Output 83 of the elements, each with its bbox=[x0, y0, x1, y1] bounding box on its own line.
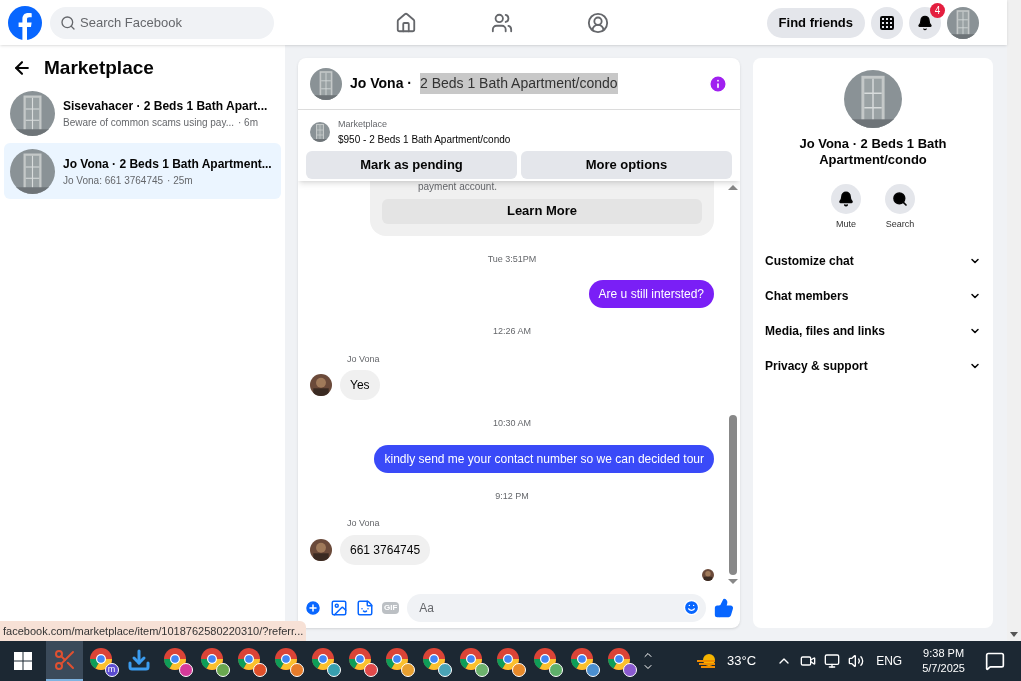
received-message: Yes bbox=[340, 370, 380, 400]
browser-icon bbox=[310, 647, 335, 671]
browser-icon bbox=[458, 647, 483, 671]
browser-icon bbox=[88, 647, 113, 671]
clock-date: 5/7/2025 bbox=[922, 661, 965, 676]
sent-message: kindly send me your contact number so we can decided tour bbox=[374, 444, 714, 473]
sender-name: Jo Vona bbox=[347, 517, 381, 530]
timestamp: 9:12 PM bbox=[495, 489, 529, 503]
sidebar-title: Marketplace bbox=[44, 55, 154, 80]
conversation-preview: Jo Vona: 661 3764745 bbox=[63, 173, 164, 188]
profile-badge: m bbox=[104, 663, 119, 677]
scroll-down-icon[interactable] bbox=[728, 579, 738, 584]
search-icon bbox=[60, 14, 76, 31]
action-button[interactable]: More options bbox=[521, 150, 732, 179]
browser-icon bbox=[199, 647, 224, 671]
volume-icon[interactable] bbox=[848, 653, 865, 669]
photo-icon[interactable] bbox=[330, 599, 348, 617]
network-icon[interactable] bbox=[824, 653, 841, 669]
home-icon bbox=[395, 11, 417, 34]
browser-icon bbox=[495, 647, 520, 671]
browser-icon bbox=[606, 647, 631, 671]
notification-count: 4 bbox=[930, 2, 945, 18]
conversation-item[interactable]: Sisevahacer · 2 Beds 1 Bath Apart... Beware of common scams using pay... · 6m bbox=[4, 85, 281, 141]
user-circle-icon bbox=[587, 11, 609, 34]
item-source: Marketplace bbox=[338, 118, 389, 131]
info-icon[interactable] bbox=[708, 73, 728, 94]
browser-icon bbox=[532, 647, 557, 671]
timestamp: Tue 3:51PM bbox=[487, 252, 537, 266]
weather-temperature: 33°C bbox=[727, 652, 757, 671]
details-section[interactable]: Customize chat bbox=[765, 243, 981, 279]
chat-title: Jo Vona · bbox=[350, 74, 412, 93]
find-friends-button[interactable]: Find friends bbox=[766, 7, 865, 38]
like-icon[interactable] bbox=[714, 598, 734, 618]
browser-icon bbox=[162, 647, 187, 671]
menu-button[interactable] bbox=[871, 6, 903, 39]
conversation-preview: Beware of common scams using pay... bbox=[63, 115, 234, 130]
learn-more-button[interactable]: Learn More bbox=[382, 198, 702, 224]
add-icon[interactable] bbox=[304, 599, 322, 617]
camera-icon[interactable] bbox=[800, 653, 817, 669]
bell-icon bbox=[917, 14, 933, 31]
sent-message: Are u still intersted? bbox=[588, 280, 714, 308]
browser-icon bbox=[347, 647, 372, 671]
conversation-time: · 6m bbox=[238, 115, 258, 130]
scissors-icon bbox=[52, 648, 77, 672]
timestamp: 10:30 AM bbox=[493, 417, 531, 430]
status-url: facebook.com/marketplace/item/1018762580220310/?referr... bbox=[0, 620, 307, 641]
browser-icon bbox=[569, 647, 594, 671]
details-title: Jo Vona · 2 Beds 1 Bath Apartment/condo bbox=[798, 136, 948, 168]
windows-icon bbox=[14, 652, 32, 670]
item-summary: $950 - 2 Beds 1 Bath Apartment/condo bbox=[338, 132, 511, 147]
scrollbar-thumb[interactable] bbox=[729, 415, 737, 575]
grid-icon bbox=[879, 14, 895, 31]
taskbar-app[interactable]: m bbox=[83, 641, 120, 681]
language-indicator[interactable]: ENG bbox=[876, 652, 903, 670]
sender-name: Jo Vona bbox=[347, 352, 381, 366]
received-message: 661 3764745 bbox=[340, 534, 431, 565]
search-icon bbox=[892, 191, 908, 207]
scroll-up-icon[interactable] bbox=[728, 184, 738, 190]
timestamp: 12:26 AM bbox=[493, 325, 531, 338]
back-icon[interactable] bbox=[12, 58, 32, 78]
conversation-time: · 25m bbox=[167, 173, 193, 188]
details-section[interactable]: Media, files and links bbox=[765, 313, 981, 349]
browser-icon bbox=[273, 647, 298, 671]
notifications-icon[interactable] bbox=[985, 651, 1005, 671]
clock-time: 9:38 PM bbox=[923, 646, 965, 661]
message-field[interactable]: Aa bbox=[407, 594, 706, 622]
friends-icon bbox=[491, 11, 513, 34]
browser-icon bbox=[384, 647, 409, 671]
card-text: payment account. bbox=[417, 180, 498, 193]
action-button[interactable]: Mark as pending bbox=[306, 150, 517, 179]
bell-icon bbox=[838, 191, 854, 207]
details-section[interactable]: Privacy & support bbox=[765, 348, 981, 384]
conversation-item[interactable]: Jo Vona · 2 Beds 1 Bath Apartment... Jo Vona: 661 3764745 · 25m bbox=[4, 143, 281, 199]
browser-icon bbox=[236, 647, 261, 671]
details-section[interactable]: Chat members bbox=[765, 278, 981, 314]
listing-title: 2 Beds 1 Bath Apartment/condo bbox=[419, 73, 618, 94]
conversation-title: Sisevahacer · 2 Beds 1 Bath Apart... bbox=[63, 97, 268, 115]
search-field[interactable]: Search Facebook bbox=[50, 6, 274, 39]
sticker-icon[interactable] bbox=[356, 599, 374, 617]
conversation-title: Jo Vona · 2 Beds 1 Bath Apartment... bbox=[63, 155, 272, 173]
logo-icon bbox=[8, 5, 42, 40]
download-icon bbox=[126, 648, 151, 672]
browser-icon bbox=[421, 647, 446, 671]
